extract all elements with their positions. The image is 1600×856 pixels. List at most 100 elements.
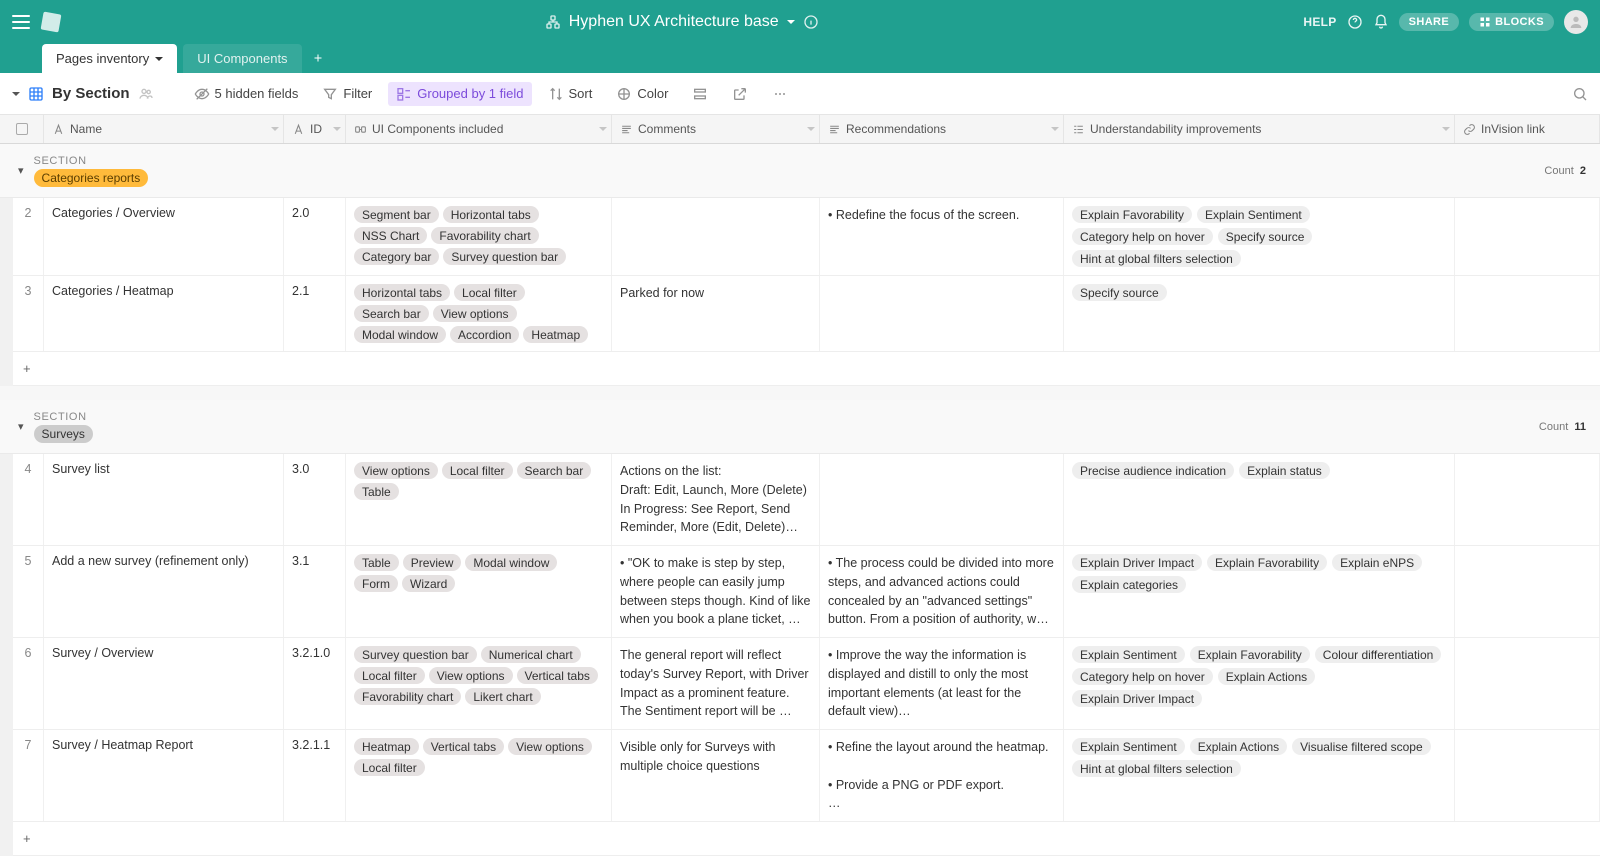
table-row[interactable]: 3Categories / Heatmap2.1Horizontal tabsL… (13, 276, 1600, 352)
group-toggle[interactable]: ▾ (18, 420, 24, 433)
tab-pages-inventory[interactable]: Pages inventory (42, 44, 177, 73)
bell-icon[interactable] (1373, 14, 1389, 30)
cell-name[interactable]: Survey / Overview (44, 638, 284, 729)
search-icon[interactable] (1572, 86, 1588, 102)
cell-components[interactable]: Survey question barNumerical chartLocal … (346, 638, 612, 729)
column-name[interactable]: Name (44, 115, 284, 143)
cell-id[interactable]: 3.2.1.0 (284, 638, 346, 729)
cell-comments[interactable]: Visible only for Surveys with multiple c… (612, 730, 820, 821)
avatar[interactable] (1564, 10, 1588, 34)
cell-invision[interactable] (1455, 638, 1600, 729)
cell-id[interactable]: 3.2.1.1 (284, 730, 346, 821)
select-all[interactable] (0, 115, 44, 143)
chevron-down-icon (807, 127, 815, 135)
cell-id[interactable]: 3.0 (284, 454, 346, 545)
cell-understandability[interactable]: Explain FavorabilityExplain SentimentCat… (1064, 198, 1455, 275)
component-tag: Local filter (442, 462, 513, 479)
cell-understandability[interactable]: Specify source (1064, 276, 1455, 351)
table-row[interactable]: 4Survey list3.0View optionsLocal filterS… (13, 454, 1600, 546)
people-icon[interactable] (138, 86, 154, 102)
cell-components[interactable]: Horizontal tabsLocal filterSearch barVie… (346, 276, 612, 351)
group-count: Count 11 (1539, 421, 1586, 433)
share-button[interactable]: SHARE (1399, 13, 1460, 31)
more-button[interactable] (764, 82, 796, 106)
filter-button[interactable]: Filter (314, 82, 380, 106)
view-name[interactable]: By Section (52, 85, 130, 102)
dots-icon (772, 86, 788, 102)
cell-id[interactable]: 2.1 (284, 276, 346, 351)
share-icon (732, 86, 748, 102)
cell-name[interactable]: Survey / Heatmap Report (44, 730, 284, 821)
add-row-button[interactable]: + (13, 352, 1600, 386)
component-tag: Favorability chart (354, 688, 461, 705)
share-view-button[interactable] (724, 82, 756, 106)
cell-invision[interactable] (1455, 454, 1600, 545)
improvement-tag: Hint at global filters selection (1072, 250, 1241, 267)
table-row[interactable]: 6Survey / Overview3.2.1.0Survey question… (13, 638, 1600, 730)
add-tab-button[interactable] (302, 46, 334, 73)
cell-invision[interactable] (1455, 546, 1600, 637)
improvement-tag: Explain Actions (1190, 738, 1287, 755)
component-tag: Modal window (354, 326, 446, 343)
title-chevron-icon[interactable] (787, 20, 795, 28)
cell-comments[interactable]: Actions on the list:Draft: Edit, Launch,… (612, 454, 820, 545)
cell-invision[interactable] (1455, 198, 1600, 275)
cell-name[interactable]: Add a new survey (refinement only) (44, 546, 284, 637)
cell-comments[interactable]: The general report will reflect today's … (612, 638, 820, 729)
cell-name[interactable]: Survey list (44, 454, 284, 545)
column-id[interactable]: ID (284, 115, 346, 143)
table-row[interactable]: 2Categories / Overview2.0Segment barHori… (13, 198, 1600, 276)
column-comments[interactable]: Comments (612, 115, 820, 143)
group-button[interactable]: Grouped by 1 field (388, 82, 531, 106)
improvement-tag: Explain Favorability (1190, 646, 1310, 663)
component-tag: Table (354, 483, 399, 500)
cell-recommendations[interactable]: • Refine the layout around the heatmap.•… (820, 730, 1064, 821)
cell-comments[interactable] (612, 198, 820, 275)
component-tag: Horizontal tabs (354, 284, 450, 301)
group-pill: Surveys (34, 425, 93, 443)
cell-name[interactable]: Categories / Overview (44, 198, 284, 275)
cell-recommendations[interactable] (820, 276, 1064, 351)
cell-invision[interactable] (1455, 276, 1600, 351)
cell-components[interactable]: Segment barHorizontal tabsNSS ChartFavor… (346, 198, 612, 275)
color-button[interactable]: Color (608, 82, 676, 106)
cell-components[interactable]: HeatmapVertical tabsView optionsLocal fi… (346, 730, 612, 821)
cell-recommendations[interactable]: • The process could be divided into more… (820, 546, 1064, 637)
table-row[interactable]: 7Survey / Heatmap Report3.2.1.1HeatmapVe… (13, 730, 1600, 822)
cell-recommendations[interactable] (820, 454, 1064, 545)
tab-ui-components[interactable]: UI Components (183, 44, 301, 73)
cell-name[interactable]: Categories / Heatmap (44, 276, 284, 351)
help-link[interactable]: HELP (1303, 15, 1336, 29)
grid-view-icon (28, 86, 44, 102)
column-invision[interactable]: InVision link (1455, 115, 1600, 143)
cell-understandability[interactable]: Explain SentimentExplain FavorabilityCol… (1064, 638, 1455, 729)
cell-understandability[interactable]: Precise audience indicationExplain statu… (1064, 454, 1455, 545)
cell-recommendations[interactable]: • Improve the way the information is dis… (820, 638, 1064, 729)
info-icon[interactable] (803, 14, 819, 30)
component-tag: Local filter (354, 667, 425, 684)
help-icon[interactable] (1347, 14, 1363, 30)
cell-understandability[interactable]: Explain SentimentExplain ActionsVisualis… (1064, 730, 1455, 821)
cell-invision[interactable] (1455, 730, 1600, 821)
hidden-fields-button[interactable]: 5 hidden fields (186, 82, 307, 106)
menu-icon[interactable] (12, 15, 30, 29)
cell-components[interactable]: View optionsLocal filterSearch barTable (346, 454, 612, 545)
views-chevron-icon[interactable] (12, 92, 20, 100)
row-height-button[interactable] (684, 82, 716, 106)
cell-understandability[interactable]: Explain Driver ImpactExplain Favorabilit… (1064, 546, 1455, 637)
blocks-button[interactable]: BLOCKS (1469, 13, 1554, 31)
column-understandability[interactable]: Understandability improvements (1064, 115, 1455, 143)
column-ui-components[interactable]: UI Components included (346, 115, 612, 143)
cell-comments[interactable]: Parked for now (612, 276, 820, 351)
cell-comments[interactable]: • "OK to make is step by step, where peo… (612, 546, 820, 637)
column-recommendations[interactable]: Recommendations (820, 115, 1064, 143)
cell-id[interactable]: 2.0 (284, 198, 346, 275)
cell-recommendations[interactable]: • Redefine the focus of the screen. (820, 198, 1064, 275)
cell-components[interactable]: TablePreviewModal windowFormWizard (346, 546, 612, 637)
cell-id[interactable]: 3.1 (284, 546, 346, 637)
add-row-button[interactable]: + (13, 822, 1600, 856)
group-toggle[interactable]: ▾ (18, 164, 24, 177)
link-field-icon (354, 123, 367, 136)
table-row[interactable]: 5Add a new survey (refinement only)3.1Ta… (13, 546, 1600, 638)
sort-button[interactable]: Sort (540, 82, 601, 106)
